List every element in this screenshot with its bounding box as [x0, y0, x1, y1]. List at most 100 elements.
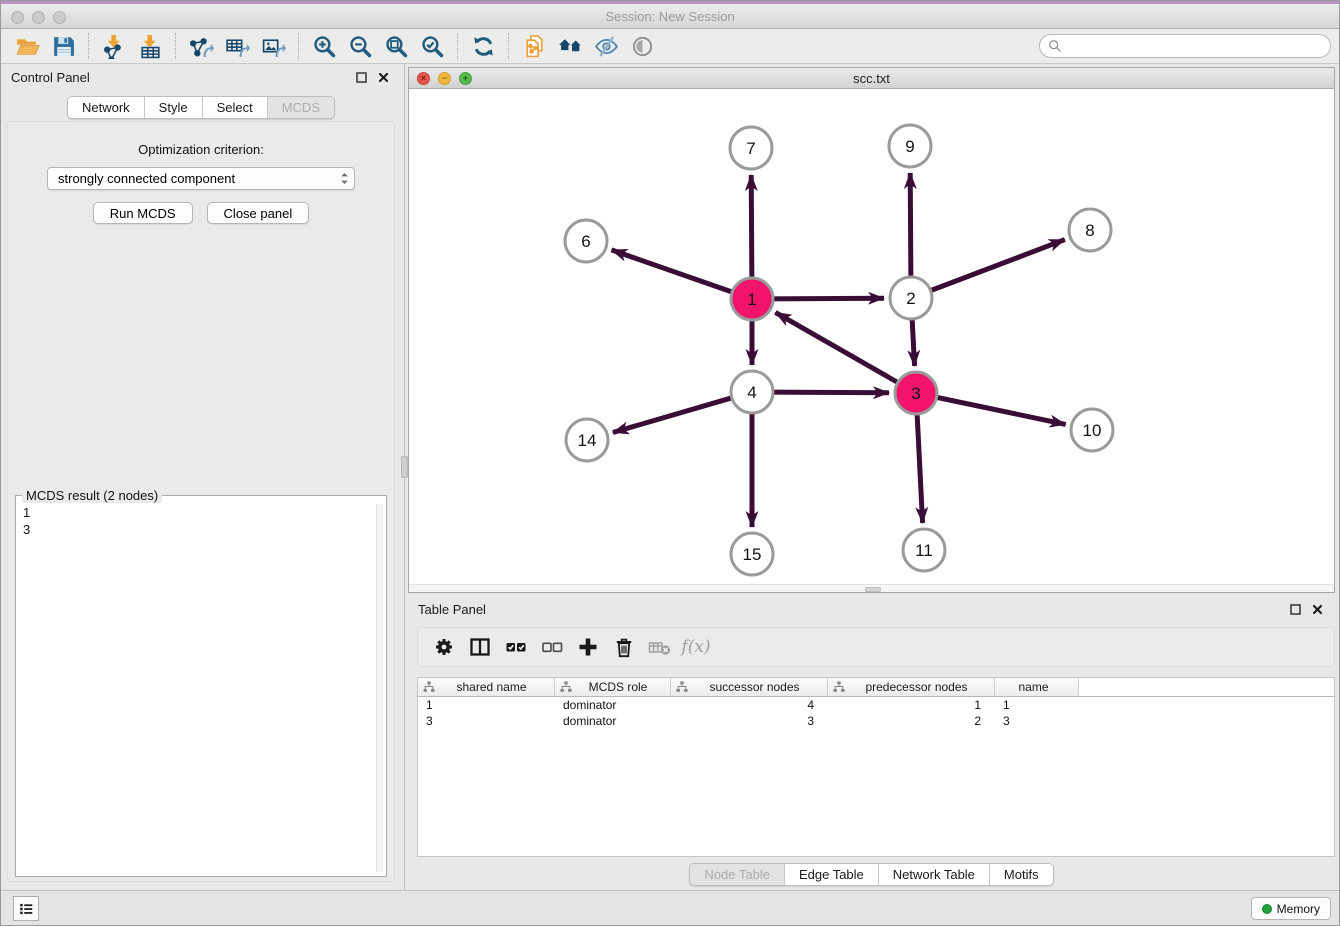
import-network-icon[interactable]: [96, 31, 132, 61]
duplicate-network-icon[interactable]: [516, 31, 552, 61]
table-cell[interactable]: dominator: [555, 697, 671, 713]
mcds-result-list[interactable]: 13: [19, 504, 376, 872]
graph-node-3[interactable]: 3: [895, 372, 937, 414]
graph-node-9[interactable]: 9: [889, 125, 931, 167]
column-header-shared-name[interactable]: shared name: [418, 678, 555, 696]
column-header-name[interactable]: name: [995, 678, 1079, 696]
show-columns-icon[interactable]: [462, 631, 498, 663]
table-cell[interactable]: 1: [995, 697, 1079, 713]
graph-node-10[interactable]: 10: [1071, 409, 1113, 451]
tab-style[interactable]: Style: [145, 97, 203, 118]
open-file-icon[interactable]: [9, 31, 45, 61]
column-header-MCDS-role[interactable]: MCDS role: [555, 678, 671, 696]
run-mcds-button[interactable]: Run MCDS: [93, 202, 193, 224]
tab-network[interactable]: Network: [68, 97, 145, 118]
svg-text:3: 3: [911, 384, 920, 403]
export-image-icon[interactable]: [255, 31, 291, 61]
graph-edge-2-9[interactable]: [910, 173, 911, 281]
eye-slash-icon[interactable]: [588, 31, 624, 61]
float-panel-icon[interactable]: [353, 69, 369, 85]
select-all-checks-icon[interactable]: [498, 631, 534, 663]
graph-node-14[interactable]: 14: [566, 419, 608, 461]
toolbar-separator: [457, 33, 458, 59]
tab-mcds[interactable]: MCDS: [268, 97, 334, 118]
search-input[interactable]: [1067, 38, 1322, 54]
svg-text:11: 11: [915, 541, 933, 560]
bottom-splitter-handle[interactable]: [865, 587, 881, 592]
close-panel-button[interactable]: Close panel: [207, 202, 310, 224]
export-table-icon[interactable]: [219, 31, 255, 61]
import-table-icon[interactable]: [132, 31, 168, 61]
close-table-panel-icon[interactable]: [1309, 601, 1325, 617]
panel-splitter[interactable]: [401, 64, 408, 890]
graph-edge-3-10[interactable]: [933, 397, 1066, 425]
tab-motifs[interactable]: Motifs: [990, 864, 1053, 885]
search-field[interactable]: [1039, 34, 1331, 58]
table-cell[interactable]: 4: [671, 697, 828, 713]
save-session-icon[interactable]: [45, 31, 81, 61]
home-views-icon[interactable]: [552, 31, 588, 61]
column-header-predecessor-nodes[interactable]: predecessor nodes: [828, 678, 995, 696]
control-panel-title: Control Panel: [11, 70, 90, 85]
column-header-successor-nodes[interactable]: successor nodes: [671, 678, 828, 696]
table-cell[interactable]: 2: [828, 713, 995, 729]
graph-edge-3-11[interactable]: [917, 410, 923, 523]
session-title: Session: New Session: [1, 9, 1339, 24]
graph-edge-2-8[interactable]: [927, 240, 1065, 292]
table-cell[interactable]: 3: [418, 713, 555, 729]
graph-edge-3-1[interactable]: [775, 312, 901, 384]
svg-text:4: 4: [747, 383, 756, 402]
graph-edge-2-3[interactable]: [912, 315, 915, 366]
graph-node-2[interactable]: 2: [890, 277, 932, 319]
zoom-in-icon[interactable]: [306, 31, 342, 61]
clear-all-checks-icon[interactable]: [534, 631, 570, 663]
graph-node-4[interactable]: 4: [731, 371, 773, 413]
table-cell[interactable]: dominator: [555, 713, 671, 729]
table-cell[interactable]: 3: [671, 713, 828, 729]
tab-edge-table[interactable]: Edge Table: [785, 864, 879, 885]
memory-label: Memory: [1277, 902, 1320, 916]
memory-button[interactable]: Memory: [1251, 897, 1331, 920]
optimization-criterion-label: Optimization criterion:: [8, 142, 394, 157]
graph-edge-1-6[interactable]: [612, 250, 737, 294]
add-column-icon[interactable]: [570, 631, 606, 663]
table-row[interactable]: 3dominator323: [418, 713, 1334, 729]
network-canvas[interactable]: 7 9 6 8 1 2 4 3 14 10 15 11: [409, 90, 1334, 584]
graph-edge-4-3[interactable]: [769, 392, 889, 393]
criterion-select[interactable]: strongly connected component: [47, 167, 355, 190]
zoom-fit-icon[interactable]: [378, 31, 414, 61]
table-cell[interactable]: 1: [418, 697, 555, 713]
network-bottom-splitter[interactable]: [409, 584, 1334, 592]
delete-table-icon: [642, 631, 678, 663]
graph-node-1[interactable]: 1: [731, 278, 773, 320]
graph-edge-1-7[interactable]: [751, 175, 752, 282]
table-cell[interactable]: 3: [995, 713, 1079, 729]
table-cell[interactable]: 1: [828, 697, 995, 713]
table-panel: Table Panel f(x) shared nameMCDS rolesuc…: [408, 596, 1335, 890]
mcds-result-line: 3: [23, 521, 376, 538]
task-history-button[interactable]: [13, 896, 39, 921]
export-network-icon[interactable]: [183, 31, 219, 61]
zoom-selected-icon[interactable]: [414, 31, 450, 61]
graph-edge-1-2[interactable]: [769, 298, 884, 299]
settings-gear-icon[interactable]: [426, 631, 462, 663]
result-scrollbar[interactable]: [376, 504, 383, 872]
toolbar-separator: [175, 33, 176, 59]
table-row[interactable]: 1dominator411: [418, 697, 1334, 713]
splitter-handle[interactable]: [401, 456, 408, 478]
refresh-layout-icon[interactable]: [465, 31, 501, 61]
float-table-panel-icon[interactable]: [1287, 601, 1303, 617]
graph-node-8[interactable]: 8: [1069, 209, 1111, 251]
memory-status-icon: [1262, 904, 1272, 914]
zoom-out-icon[interactable]: [342, 31, 378, 61]
graph-node-15[interactable]: 15: [731, 533, 773, 575]
graph-node-11[interactable]: 11: [903, 529, 945, 571]
graph-node-6[interactable]: 6: [565, 220, 607, 262]
tab-network-table[interactable]: Network Table: [879, 864, 990, 885]
graph-node-7[interactable]: 7: [730, 127, 772, 169]
tab-select[interactable]: Select: [203, 97, 268, 118]
close-panel-icon[interactable]: [375, 69, 391, 85]
graph-edge-4-14[interactable]: [613, 397, 736, 433]
tab-node-table[interactable]: Node Table: [690, 864, 785, 885]
delete-column-icon[interactable]: [606, 631, 642, 663]
